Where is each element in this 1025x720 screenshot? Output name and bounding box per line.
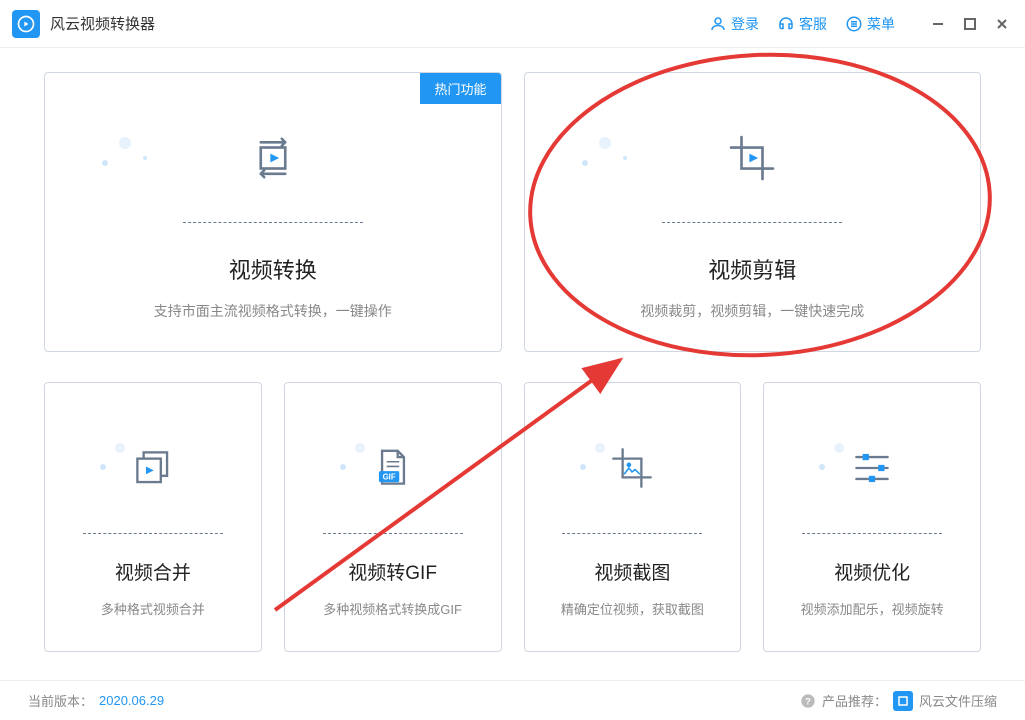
card-divider <box>323 533 463 534</box>
card-optimize-desc: 视频添加配乐，视频旋转 <box>801 599 944 618</box>
card-divider <box>802 533 942 534</box>
question-icon: ? <box>800 693 816 709</box>
card-shot-title: 视频截图 <box>594 558 670 585</box>
card-icon-zone <box>784 413 960 523</box>
card-gif-desc: 多种视频格式转换成GIF <box>323 599 462 618</box>
version-value: 2020.06.29 <box>99 693 164 708</box>
card-row-bottom: 视频合并 多种格式视频合并 GIF 视频转GIF 多种视频格式转换成GIF <box>44 382 981 652</box>
card-edit-desc: 视频裁剪，视频剪辑，一键快速完成 <box>640 301 864 321</box>
card-icon-zone <box>65 103 481 212</box>
minimize-button[interactable] <box>927 13 949 35</box>
card-gif-title: 视频转GIF <box>348 558 437 585</box>
decor-dots-icon <box>335 433 385 483</box>
card-video-optimize[interactable]: 视频优化 视频添加配乐，视频旋转 <box>763 382 981 652</box>
app-title: 风云视频转换器 <box>50 13 709 34</box>
svg-text:?: ? <box>805 696 811 706</box>
convert-icon <box>245 130 301 186</box>
menu-label: 菜单 <box>867 14 895 34</box>
menu-icon <box>845 15 863 33</box>
card-divider <box>183 222 363 223</box>
card-video-gif[interactable]: GIF 视频转GIF 多种视频格式转换成GIF <box>284 382 502 652</box>
crop-icon <box>724 130 780 186</box>
login-button[interactable]: 登录 <box>709 14 759 34</box>
app-logo-icon <box>12 10 40 38</box>
card-convert-title: 视频转换 <box>229 253 317 285</box>
login-label: 登录 <box>731 14 759 34</box>
recommend-name: 风云文件压缩 <box>919 691 997 710</box>
card-row-top: 热门功能 视频转换 支持市面主流视频格式转换，一键操作 <box>44 72 981 352</box>
card-divider <box>83 533 223 534</box>
support-label: 客服 <box>799 14 827 34</box>
statusbar: 当前版本： 2020.06.29 ? 产品推荐： 风云文件压缩 <box>0 680 1025 720</box>
card-merge-desc: 多种格式视频合并 <box>101 599 205 618</box>
card-video-merge[interactable]: 视频合并 多种格式视频合并 <box>44 382 262 652</box>
decor-dots-icon <box>814 433 864 483</box>
card-optimize-title: 视频优化 <box>834 558 910 585</box>
user-icon <box>709 15 727 33</box>
titlebar-actions: 登录 客服 菜单 <box>709 13 1013 35</box>
decor-dots-icon <box>95 123 155 183</box>
maximize-button[interactable] <box>959 13 981 35</box>
main-content: 热门功能 视频转换 支持市面主流视频格式转换，一键操作 <box>0 48 1025 652</box>
recommend-label: 产品推荐： <box>822 691 887 710</box>
close-button[interactable] <box>991 13 1013 35</box>
hot-badge: 热门功能 <box>420 73 500 104</box>
decor-dots-icon <box>575 433 625 483</box>
window-controls <box>927 13 1013 35</box>
headset-icon <box>777 15 795 33</box>
card-icon-zone <box>65 413 241 523</box>
card-edit-title: 视频剪辑 <box>708 253 796 285</box>
decor-dots-icon <box>575 123 635 183</box>
card-divider <box>662 222 842 223</box>
card-icon-zone <box>545 413 721 523</box>
titlebar: 风云视频转换器 登录 客服 菜单 <box>0 0 1025 48</box>
recommend-app-icon <box>893 691 913 711</box>
menu-button[interactable]: 菜单 <box>845 14 895 34</box>
decor-dots-icon <box>95 433 145 483</box>
recommend-section[interactable]: ? 产品推荐： 风云文件压缩 <box>800 691 997 711</box>
card-divider <box>562 533 702 534</box>
card-video-convert[interactable]: 热门功能 视频转换 支持市面主流视频格式转换，一键操作 <box>44 72 502 352</box>
card-merge-title: 视频合并 <box>115 558 191 585</box>
support-button[interactable]: 客服 <box>777 14 827 34</box>
card-shot-desc: 精确定位视频，获取截图 <box>561 599 704 618</box>
card-convert-desc: 支持市面主流视频格式转换，一键操作 <box>154 301 392 321</box>
card-icon-zone <box>545 103 961 212</box>
card-icon-zone: GIF <box>305 413 481 523</box>
card-video-screenshot[interactable]: 视频截图 精确定位视频，获取截图 <box>524 382 742 652</box>
version-label: 当前版本： <box>28 691 93 710</box>
card-video-edit[interactable]: 视频剪辑 视频裁剪，视频剪辑，一键快速完成 <box>524 72 982 352</box>
